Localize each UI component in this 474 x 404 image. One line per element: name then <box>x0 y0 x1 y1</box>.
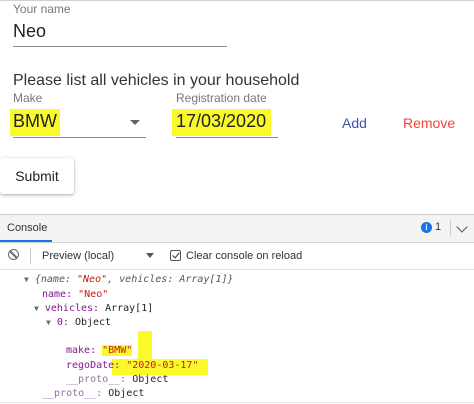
summary-name: "Neo" <box>77 274 108 285</box>
tab-console[interactable]: Console <box>0 215 52 242</box>
clear-on-reload-label: Clear console on reload <box>186 250 303 262</box>
proto-inner-value: Object <box>132 374 169 385</box>
rego-date-input[interactable]: 17/03/2020 <box>172 109 272 136</box>
make-select[interactable]: BMW <box>10 107 146 137</box>
tree-row-root[interactable]: ▼ {name: "Neo", vehicles: Array[1]} <box>24 273 234 287</box>
make-label: Make <box>13 91 43 105</box>
expand-triangle-icon: ▼ <box>46 318 51 327</box>
name-value: "Neo" <box>78 289 109 300</box>
item0-key: 0: <box>56 317 69 328</box>
divider <box>30 248 31 264</box>
vehicles-value: Array[1] <box>105 303 154 314</box>
issues-count: 1 <box>435 221 442 233</box>
expand-triangle-icon: ▼ <box>34 304 39 313</box>
make-underline <box>13 137 146 138</box>
tree-row-item0[interactable]: ▼ 0: Object <box>46 316 111 330</box>
devtools-tabbar: Console i 1 <box>0 215 474 243</box>
rego-label: Registration date <box>176 91 267 105</box>
rego-key: regoDate: <box>66 360 121 371</box>
name-input[interactable]: Neo <box>13 21 227 42</box>
vehicles-key: vehicles: <box>44 303 100 314</box>
checkmark-icon <box>172 250 180 259</box>
proto-outer-key: __proto__: <box>42 388 103 399</box>
divider <box>450 220 451 236</box>
tree-row-name: name: "Neo" <box>42 288 108 302</box>
console-toolbar: Preview (local) Clear console on reload <box>0 243 474 270</box>
tree-row-proto-inner[interactable]: __proto__: Object <box>66 373 168 387</box>
add-button[interactable]: Add <box>342 115 367 131</box>
tree-row-rego: regoDate: "2020-03-17" <box>66 359 198 373</box>
item0-value: Object <box>74 317 112 328</box>
tree-row-make: make: "BMW" <box>66 344 133 358</box>
proto-inner-key: __proto__: <box>66 374 127 385</box>
expand-triangle-icon: ▼ <box>24 275 29 284</box>
summary-mid: , vehicles: <box>107 274 180 285</box>
remove-button[interactable]: Remove <box>403 115 455 131</box>
tree-row-proto-outer[interactable]: __proto__: Object <box>42 387 144 401</box>
summary-open: {name: <box>34 274 78 285</box>
clear-on-reload-checkbox[interactable] <box>170 250 181 261</box>
chevron-down-icon <box>130 120 140 125</box>
context-select[interactable]: Preview (local) <box>36 243 156 269</box>
chevron-down-icon[interactable] <box>456 221 468 233</box>
rego-underline <box>176 137 278 138</box>
name-key: name: <box>42 289 73 300</box>
proto-outer-value: Object <box>108 388 145 399</box>
tab-console-label: Console <box>7 222 48 234</box>
submit-button-label: Submit <box>15 168 59 184</box>
top-border <box>0 0 474 1</box>
info-icon: i <box>421 222 432 233</box>
clear-console-icon[interactable] <box>8 249 19 260</box>
summary-vehicles: Array[1] <box>179 274 228 285</box>
chevron-down-icon <box>146 253 154 258</box>
rego-value: "2020-03-17" <box>126 360 199 371</box>
vehicles-instruction: Please list all vehicles in your househo… <box>13 72 300 89</box>
name-label: Your name <box>13 2 71 16</box>
name-underline <box>13 46 227 47</box>
make-key: make: <box>66 345 97 356</box>
submit-button[interactable]: Submit <box>0 158 74 194</box>
make-value: "BMW" <box>102 345 133 356</box>
make-select-value: BMW <box>10 109 60 136</box>
tree-row-vehicles[interactable]: ▼ vehicles: Array[1] <box>34 302 153 316</box>
context-select-value: Preview (local) <box>42 250 115 262</box>
devtools-console-panel: Console i 1 Preview (local) Clear consol… <box>0 214 474 404</box>
summary-close: } <box>227 274 234 285</box>
